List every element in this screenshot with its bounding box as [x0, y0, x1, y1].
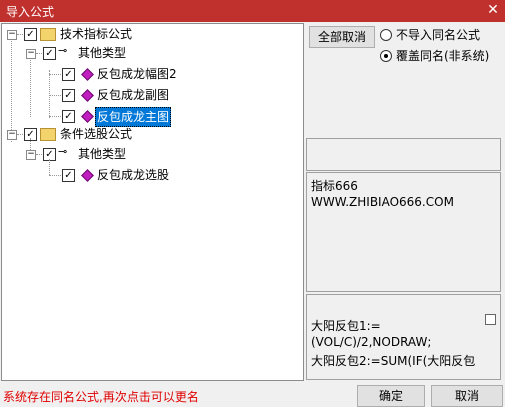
collapse-icon[interactable]: − [26, 150, 36, 160]
radio-no-import-label[interactable]: 不导入同名公式 [396, 26, 480, 43]
tree-line [30, 57, 31, 117]
info-line: WWW.ZHIBIAO666.COM [311, 195, 454, 209]
checkbox-type1[interactable]: ✓ [43, 47, 56, 60]
key-icon: ⊸ [58, 145, 68, 158]
collapse-icon[interactable]: − [26, 49, 36, 59]
formula-tree: − ✓ 技术指标公式 − ✓ ⊸ 其他类型 ✓ 反包成龙幅图2 ✓ 反包成龙副图… [1, 23, 304, 381]
tree-item-formula-selected[interactable]: 反包成龙主图 [95, 107, 172, 127]
tree-item-formula[interactable]: 反包成龙幅图2 [97, 65, 177, 83]
key-icon: ⊸ [58, 44, 68, 57]
tree-item-root1[interactable]: 技术指标公式 [60, 25, 132, 43]
info-panel: 指标666 WWW.ZHIBIAO666.COM [306, 172, 501, 292]
code-line: 大阳反包2:=SUM(IF(大阳反包 [311, 354, 476, 368]
code-line: 大阳反包1:= [311, 319, 381, 333]
close-icon[interactable]: ✕ [485, 2, 501, 18]
tree-item-type1[interactable]: 其他类型 [78, 44, 126, 62]
formula-icon [81, 89, 94, 102]
checkbox-item[interactable]: ✓ [62, 68, 75, 81]
radio-overwrite[interactable] [380, 50, 392, 62]
info-line: 指标666 [311, 179, 358, 193]
cancel-all-button[interactable]: 全部取消 [309, 26, 375, 48]
tree-line [49, 116, 61, 117]
collapse-icon[interactable]: − [7, 30, 17, 40]
tree-item-type2[interactable]: 其他类型 [78, 145, 126, 163]
status-message: 系统存在同名公式,再次点击可以更名 [3, 390, 199, 404]
tree-line [49, 95, 61, 96]
tree-line [49, 175, 61, 176]
tree-line [11, 38, 12, 142]
checkbox-item[interactable]: ✓ [62, 110, 75, 123]
radio-no-import[interactable] [380, 29, 392, 41]
folder-icon [40, 28, 56, 41]
empty-panel [306, 138, 501, 171]
tree-item-root2[interactable]: 条件选股公式 [60, 125, 132, 143]
checkbox-item[interactable]: ✓ [62, 89, 75, 102]
tree-item-formula[interactable]: 反包成龙选股 [97, 166, 169, 184]
formula-icon [81, 68, 94, 81]
tree-line [36, 154, 42, 155]
tree-line [49, 74, 61, 75]
code-checkbox[interactable] [485, 314, 496, 325]
formula-icon [81, 169, 94, 182]
ok-button[interactable]: 确定 [357, 385, 425, 407]
tree-line [17, 134, 23, 135]
formula-icon [81, 110, 94, 123]
tree-item-formula[interactable]: 反包成龙副图 [97, 86, 169, 104]
code-panel: 大阳反包1:= (VOL/C)/2,NODRAW; 大阳反包2:=SUM(IF(… [306, 294, 501, 380]
checkbox-root1[interactable]: ✓ [24, 28, 37, 41]
checkbox-item[interactable]: ✓ [62, 169, 75, 182]
title-bar: 导入公式 ✕ [0, 0, 505, 22]
folder-icon [40, 128, 56, 141]
tree-line [49, 70, 50, 118]
cancel-button[interactable]: 取消 [431, 385, 503, 407]
window-title: 导入公式 [6, 5, 55, 19]
tree-line [17, 34, 23, 35]
collapse-icon[interactable]: − [7, 130, 17, 140]
tree-line [36, 53, 42, 54]
code-line: (VOL/C)/2,NODRAW; [311, 335, 432, 349]
tree-line [49, 159, 50, 175]
radio-overwrite-label[interactable]: 覆盖同名(非系统) [396, 47, 489, 64]
